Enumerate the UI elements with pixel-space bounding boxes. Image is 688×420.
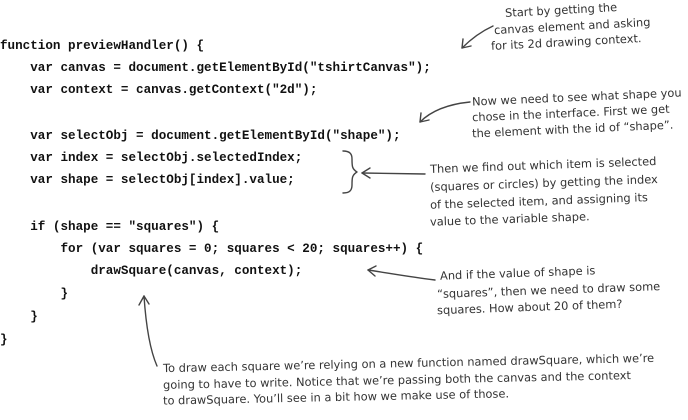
arrow-drawsquare-icon xyxy=(138,295,158,367)
annotation-arrows xyxy=(138,25,494,367)
arrow-shape-icon xyxy=(419,101,471,123)
brace-icon xyxy=(342,150,358,194)
arrow-canvas-icon xyxy=(461,25,494,49)
arrow-index-icon xyxy=(361,167,426,179)
arrow-squares-icon xyxy=(367,265,436,281)
